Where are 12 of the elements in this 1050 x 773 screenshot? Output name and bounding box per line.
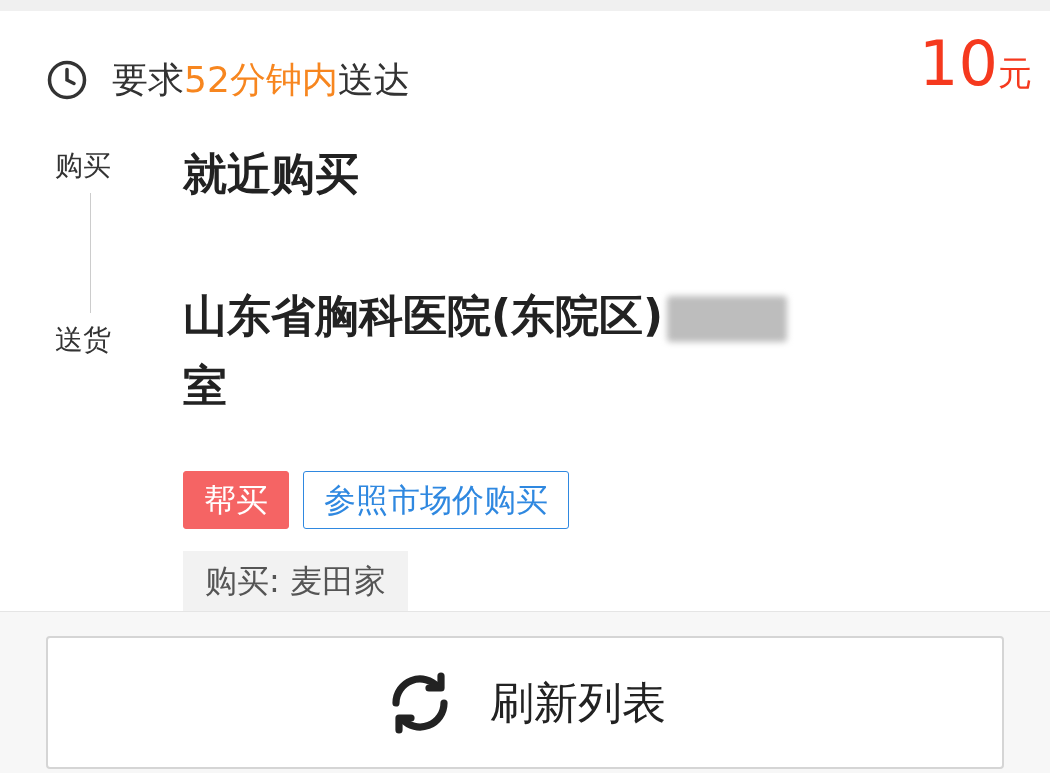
route-text: 山东省胸科医院(东院区): [183, 290, 664, 341]
refresh-button[interactable]: 刷新列表: [46, 636, 1004, 769]
route-text: 室: [183, 360, 227, 411]
delivery-deadline: 要求52分钟内送达: [112, 58, 410, 102]
clock-icon: [46, 59, 88, 101]
shop-tag: 购买: 麦田家: [183, 551, 408, 611]
order-tag: 参照市场价购买: [303, 471, 569, 529]
order-tag: 帮买: [183, 471, 289, 529]
route-text: 就近购买: [183, 148, 359, 199]
route-label: 送货: [55, 322, 111, 358]
route-label: 购买: [55, 148, 111, 184]
price: 10元: [919, 33, 1032, 95]
